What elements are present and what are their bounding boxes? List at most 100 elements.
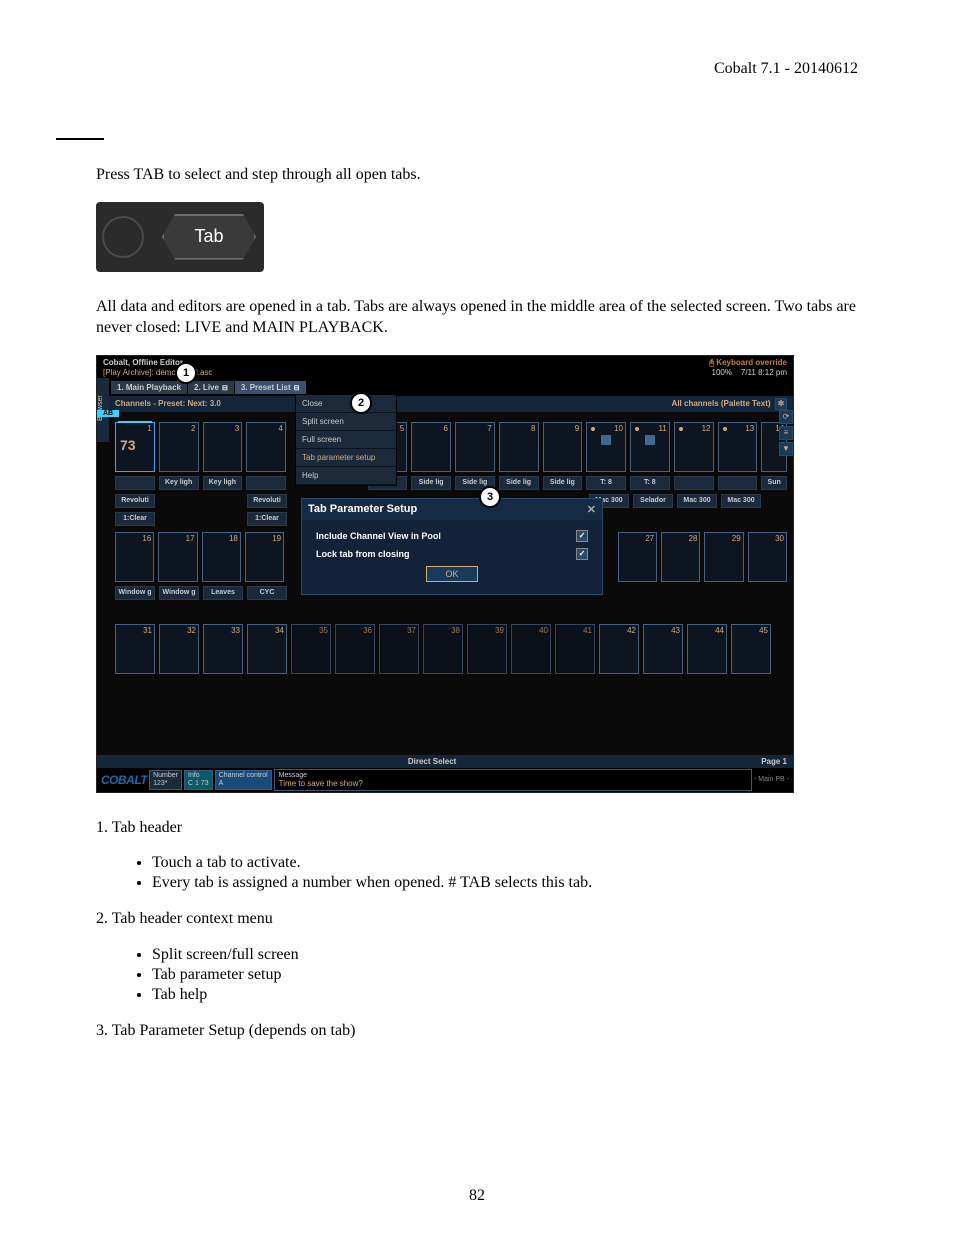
ctx-full-screen[interactable]: Full screen xyxy=(296,431,396,449)
zoom-level: 100% xyxy=(712,368,732,377)
cell-label: T: 8 xyxy=(630,476,670,490)
include-channel-view-checkbox[interactable]: ✓ xyxy=(576,530,588,542)
channel-cell[interactable]: 27 xyxy=(618,532,657,582)
dialog-title: Tab Parameter Setup xyxy=(308,503,417,515)
ab-indicator: AB xyxy=(97,410,119,417)
direct-select-bar: Direct Select Page 1 xyxy=(97,755,793,768)
channel-cell[interactable]: 2 xyxy=(159,422,199,472)
channel-cell[interactable]: 12 xyxy=(674,422,714,472)
all-channels-label[interactable]: All channels (Palette Text) xyxy=(672,399,771,408)
channel-cell[interactable]: 18 xyxy=(202,532,241,582)
channel-cell[interactable]: 44 xyxy=(687,624,727,674)
play-archive-label: [Play Archive]: demo xyxy=(103,368,176,377)
key-circle-icon xyxy=(102,216,144,258)
ok-button[interactable]: OK xyxy=(426,566,478,582)
cell-label: 1:Clear xyxy=(247,512,287,526)
tab-strip: 1. Main Playback 2. Live⊟ 3. Preset List… xyxy=(97,380,793,396)
channel-cell[interactable]: 45 xyxy=(731,624,771,674)
channel-cell[interactable]: 32 xyxy=(159,624,199,674)
cell-row: 173 2 3 4 5 6 7 8 9 10 11 12 13 14 xyxy=(115,422,787,472)
right-rail: ⟳ ≡ ▼ xyxy=(779,410,793,456)
channel-cell[interactable]: 43 xyxy=(643,624,683,674)
direct-select-label: Direct Select xyxy=(103,757,761,766)
channel-cell[interactable]: 29 xyxy=(704,532,743,582)
status-bar: COBALT Number 123* Info C 1 73 Channel c… xyxy=(97,768,793,792)
cell-label: 1:Clear xyxy=(115,512,155,526)
status-number: Number 123* xyxy=(149,770,182,790)
channel-cell[interactable]: 16 xyxy=(115,532,154,582)
channels-preset-label: Channels - Preset: Next: 3.0 xyxy=(115,399,221,408)
tab-preset-list[interactable]: 3. Preset List⊟ xyxy=(235,381,307,394)
channel-cell[interactable]: 13 xyxy=(718,422,758,472)
close-icon[interactable]: ⊟ xyxy=(294,385,300,392)
include-channel-view-label: Include Channel View in Pool xyxy=(316,531,441,541)
channel-cell[interactable]: 37 xyxy=(379,624,419,674)
channel-cell[interactable]: 173 xyxy=(115,422,155,472)
status-main-pb: - Main PB - xyxy=(754,776,789,783)
ctx-tab-parameter-setup[interactable]: Tab parameter setup xyxy=(296,449,396,467)
list-item: Touch a tab to activate. xyxy=(152,854,858,872)
channel-cell[interactable]: 31 xyxy=(115,624,155,674)
channel-cell[interactable]: 4 xyxy=(246,422,286,472)
ctx-help[interactable]: Help xyxy=(296,467,396,485)
channel-cell[interactable]: 36 xyxy=(335,624,375,674)
sub-toolbar: Channels - Preset: Next: 3.0 All channel… xyxy=(97,396,793,412)
tab-live[interactable]: 2. Live⊟ xyxy=(188,381,235,394)
channel-cell[interactable]: 34 xyxy=(247,624,287,674)
keyboard-override-label: 🖰 Keyboard override xyxy=(709,358,787,368)
channel-cell[interactable]: 9 xyxy=(543,422,583,472)
channel-cell[interactable]: 39 xyxy=(467,624,507,674)
cell-label: Window g xyxy=(115,586,155,600)
channel-cell[interactable]: 8 xyxy=(499,422,539,472)
cell-label xyxy=(674,476,714,490)
channel-cell[interactable]: 33 xyxy=(203,624,243,674)
list-icon[interactable]: ≡ xyxy=(779,426,793,440)
section-3-heading: 3. Tab Parameter Setup (depends on tab) xyxy=(96,1020,858,1042)
callout-3: 3 xyxy=(479,486,501,508)
caret-icon[interactable]: ▼ xyxy=(779,442,793,456)
channel-cell[interactable]: 41 xyxy=(555,624,595,674)
close-icon[interactable]: ⊟ xyxy=(222,385,228,392)
channel-cell[interactable]: 7 xyxy=(455,422,495,472)
ctx-split-screen[interactable]: Split screen xyxy=(296,413,396,431)
gear-icon[interactable]: ✲ xyxy=(775,398,787,410)
cell-label: Window g xyxy=(159,586,199,600)
section-2-heading: 2. Tab header context menu xyxy=(96,908,858,930)
paragraph-tab-description: All data and editors are opened in a tab… xyxy=(96,296,858,339)
list-item: Every tab is assigned a number when open… xyxy=(152,874,858,892)
channel-cell[interactable]: 30 xyxy=(748,532,787,582)
section-1-list: Touch a tab to activate. Every tab is as… xyxy=(96,854,858,892)
channel-cell[interactable]: 38 xyxy=(423,624,463,674)
channel-cell[interactable]: 35 xyxy=(291,624,331,674)
channel-cell[interactable]: 42 xyxy=(599,624,639,674)
channel-cell[interactable]: 40 xyxy=(511,624,551,674)
cell-label: Side lig xyxy=(543,476,583,490)
channel-cell[interactable]: 17 xyxy=(158,532,197,582)
channel-cell[interactable]: 11 xyxy=(630,422,670,472)
app-title: Cobalt, Offline Editor xyxy=(103,358,212,368)
callout-1: 1 xyxy=(175,362,197,384)
page-header-right: Cobalt 7.1 - 20140612 xyxy=(96,60,858,78)
lock-tab-label: Lock tab from closing xyxy=(316,549,410,559)
sync-icon[interactable]: ⟳ xyxy=(779,410,793,424)
section-1-heading: 1. Tab header xyxy=(96,817,858,839)
close-icon[interactable]: ✕ xyxy=(587,503,596,516)
cell-row: 31 32 33 34 35 36 37 38 39 40 41 42 43 4… xyxy=(115,624,787,674)
channel-cell[interactable]: 10 xyxy=(586,422,626,472)
cell-label: Selador xyxy=(633,494,673,508)
date-time: 7/11 8:12 pm xyxy=(741,368,787,377)
channel-cell[interactable]: 19 xyxy=(245,532,284,582)
cell-label: Revoluti xyxy=(247,494,287,508)
cell-label: CYC xyxy=(247,586,287,600)
tab-main-playback[interactable]: 1. Main Playback xyxy=(111,381,188,394)
tab-parameter-setup-dialog: Tab Parameter Setup ✕ Include Channel Vi… xyxy=(301,498,603,595)
title-bar: Cobalt, Offline Editor [Play Archive]: d… xyxy=(97,356,793,380)
list-item: Tab help xyxy=(152,986,858,1004)
close-tab-label[interactable]: Close xyxy=(296,395,396,413)
section-2-list: Split screen/full screen Tab parameter s… xyxy=(96,946,858,1004)
channel-cell[interactable]: 3 xyxy=(203,422,243,472)
lock-tab-checkbox[interactable]: ✓ xyxy=(576,548,588,560)
channel-cell[interactable]: 28 xyxy=(661,532,700,582)
channel-cell[interactable]: 6 xyxy=(411,422,451,472)
tab-key-label: Tab xyxy=(162,214,256,260)
